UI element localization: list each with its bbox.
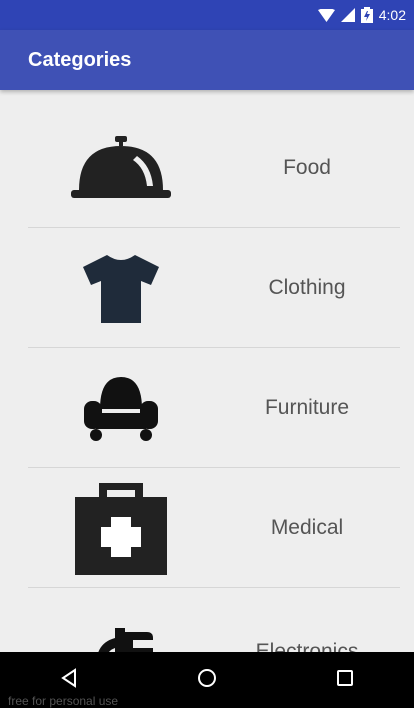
category-item-food[interactable]: Food bbox=[28, 108, 400, 228]
battery-icon bbox=[360, 7, 373, 23]
app-bar: Categories bbox=[0, 30, 414, 90]
screen: 4:02 Categories Food Clothing Furniture … bbox=[0, 0, 414, 708]
category-label: Furniture bbox=[264, 395, 350, 419]
category-item-furniture[interactable]: Furniture bbox=[28, 348, 400, 468]
status-time: 4:02 bbox=[378, 7, 406, 23]
watermark-text: free for personal use bbox=[8, 694, 119, 708]
home-button[interactable] bbox=[177, 668, 237, 693]
back-icon bbox=[59, 667, 79, 693]
recents-button[interactable] bbox=[315, 668, 375, 693]
category-label: Medical bbox=[270, 515, 344, 539]
category-item-medical[interactable]: Medical bbox=[28, 468, 400, 588]
home-icon bbox=[197, 668, 217, 693]
recents-icon bbox=[335, 668, 355, 693]
category-label: Clothing bbox=[268, 275, 346, 299]
tshirt-icon bbox=[28, 253, 214, 323]
signal-icon bbox=[340, 8, 355, 22]
category-item-clothing[interactable]: Clothing bbox=[28, 228, 400, 348]
category-label: Food bbox=[283, 155, 331, 179]
back-button[interactable] bbox=[39, 667, 99, 693]
medical-kit-icon bbox=[28, 481, 214, 575]
status-bar: 4:02 bbox=[0, 0, 414, 30]
armchair-icon bbox=[28, 375, 214, 441]
food-cloche-icon bbox=[28, 135, 214, 200]
category-list: Food Clothing Furniture Medical bbox=[28, 108, 400, 708]
wifi-icon bbox=[317, 8, 335, 22]
page-title: Categories bbox=[28, 48, 132, 71]
